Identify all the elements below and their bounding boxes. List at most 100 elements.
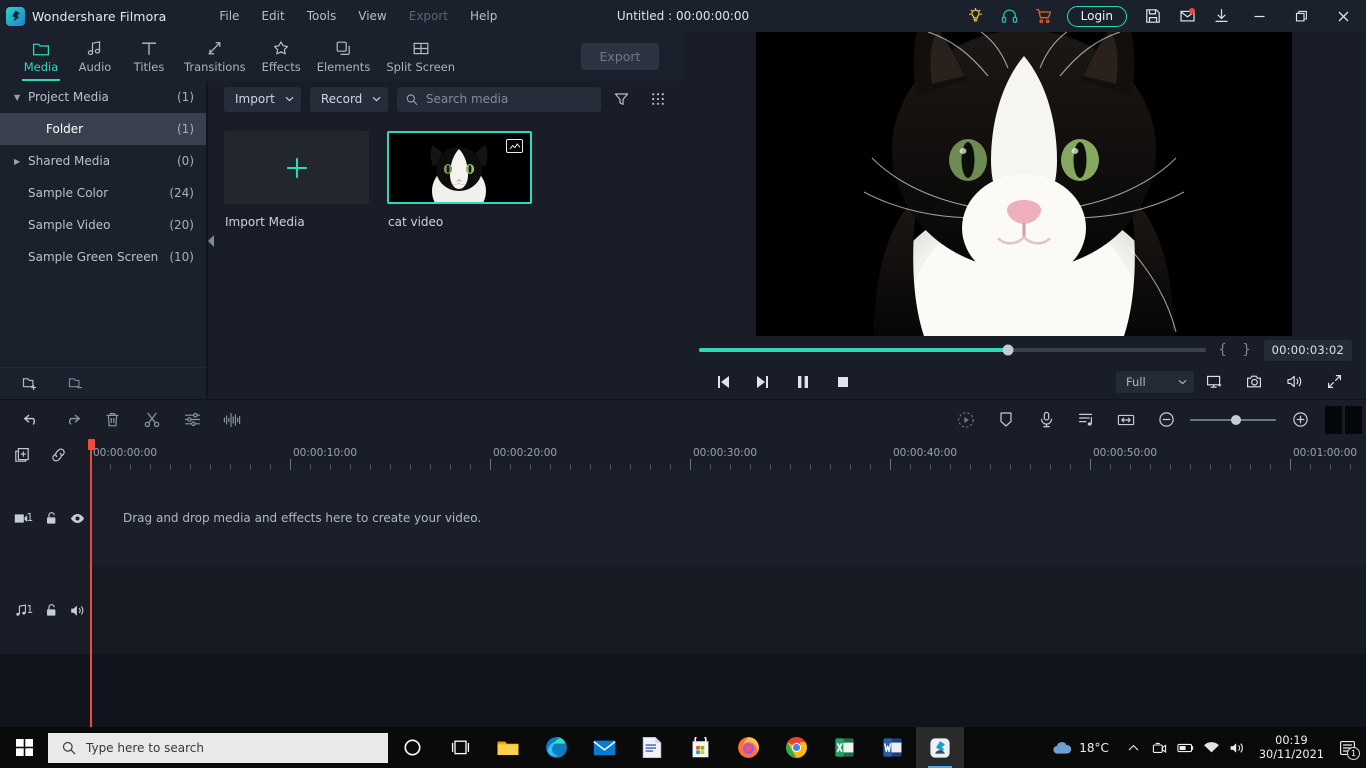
close-button[interactable] [1322,0,1364,32]
task-view-icon[interactable] [436,727,484,768]
menu-edit[interactable]: Edit [250,5,295,27]
seek-track[interactable] [699,344,1206,356]
unlock-icon[interactable] [39,511,64,525]
next-frame-button[interactable] [743,364,783,399]
menu-file[interactable]: File [208,5,250,27]
timeline-ruler[interactable]: 00:00:00:00 00:00:10:00 00:00:20:00 00:0… [90,439,1366,470]
word-doc-icon[interactable] [628,727,676,768]
video-track-1[interactable]: Drag and drop media and effects here to … [90,470,1366,566]
windows-start-icon[interactable] [0,727,48,768]
mark-out-button[interactable]: } [1240,342,1254,358]
tab-media[interactable]: Media [14,32,68,81]
camera-icon[interactable] [1147,727,1173,768]
menu-help[interactable]: Help [459,5,508,27]
zoom-slider-handle[interactable] [1231,414,1242,425]
fullscreen-icon[interactable] [1314,364,1354,399]
zoom-out-icon[interactable] [1146,400,1186,440]
video-preview[interactable] [756,32,1292,336]
menu-tools[interactable]: Tools [296,5,348,27]
cloud-icon[interactable] [1049,727,1075,768]
volume-icon[interactable] [1274,364,1314,399]
search-input[interactable] [425,92,592,106]
tab-elements[interactable]: Elements [309,32,379,81]
undo-icon[interactable] [12,400,52,440]
menu-view[interactable]: View [347,5,397,27]
add-track-icon[interactable] [14,447,30,463]
tab-titles[interactable]: Titles [122,32,176,81]
seek-handle[interactable] [1002,344,1014,356]
preview-quality-dropdown[interactable]: Full [1116,370,1194,393]
record-dropdown[interactable]: Record [309,86,389,112]
restore-button[interactable] [1280,0,1322,32]
sidebar-item-shared-media[interactable]: ▶ Shared Media (0) [0,145,206,177]
media-item-cat-video[interactable]: cat video [387,131,532,229]
microsoft-edge-icon[interactable] [532,727,580,768]
delete-icon[interactable] [92,400,132,440]
pause-button[interactable] [783,364,823,399]
mark-in-button[interactable]: { [1216,342,1230,358]
settings-sliders-icon[interactable] [172,400,212,440]
marker-icon[interactable] [986,400,1026,440]
audio-track-header[interactable]: 1 [0,566,90,654]
unlock-icon[interactable] [39,603,64,617]
split-scissors-icon[interactable] [132,400,172,440]
file-explorer-icon[interactable] [484,727,532,768]
grid-view-icon[interactable] [647,87,669,112]
login-button[interactable]: Login [1066,5,1127,27]
lightbulb-icon[interactable] [959,0,993,32]
new-folder-icon[interactable] [22,376,38,391]
headphones-icon[interactable] [993,0,1027,32]
cat-video-thumb[interactable] [387,131,532,204]
sidebar-item-sample-green-screen[interactable]: Sample Green Screen (10) [0,241,206,273]
sidebar-item-folder[interactable]: Folder (1) [0,113,206,145]
audio-waveform-icon[interactable] [212,400,252,440]
minimize-button[interactable] [1238,0,1280,32]
filmora-icon[interactable] [916,727,964,768]
timeline-zoom-slider[interactable] [1190,400,1276,440]
playhead-handle[interactable] [88,439,95,450]
sidebar-item-project-media[interactable]: ▼ Project Media (1) [0,81,206,113]
cart-icon[interactable] [1027,0,1061,32]
mail-icon[interactable] [580,727,628,768]
pop-out-icon[interactable] [1194,364,1234,399]
audio-mixer-icon[interactable] [1066,400,1106,440]
preview-timecode[interactable]: 00:00:03:02 [1263,339,1352,361]
panel-collapse-arrow[interactable] [207,232,216,250]
import-media-thumb[interactable] [224,131,369,204]
weather-temperature[interactable]: 18°C [1079,741,1109,755]
import-dropdown[interactable]: Import [224,86,301,112]
cortana-icon[interactable] [388,727,436,768]
timeline-empty-area[interactable] [90,654,1366,727]
tab-effects[interactable]: Effects [254,32,309,81]
taskbar-clock[interactable]: 00:19 30/11/2021 [1251,727,1332,768]
link-icon[interactable] [50,447,67,463]
filter-icon[interactable] [610,87,632,112]
sidebar-item-sample-video[interactable]: Sample Video (20) [0,209,206,241]
volume-icon[interactable] [1225,727,1251,768]
render-preview-icon[interactable] [946,400,986,440]
playhead[interactable] [90,439,92,727]
fit-timeline-icon[interactable] [1106,400,1146,440]
wifi-icon[interactable] [1199,727,1225,768]
stop-button[interactable] [823,364,863,399]
excel-icon[interactable] [820,727,868,768]
chevron-up-icon[interactable] [1121,727,1147,768]
zoom-in-icon[interactable] [1280,400,1320,440]
audio-track-1[interactable] [90,566,1366,654]
video-track-header[interactable]: 1 [0,470,90,566]
remove-folder-icon[interactable] [68,376,84,391]
tab-audio[interactable]: Audio [68,32,122,81]
tab-split-screen[interactable]: Split Screen [378,32,463,81]
search-media-field[interactable] [397,86,601,112]
eye-icon[interactable] [65,513,90,524]
microsoft-store-icon[interactable] [676,727,724,768]
prev-frame-button[interactable] [703,364,743,399]
sidebar-item-sample-color[interactable]: Sample Color (24) [0,177,206,209]
import-media-tile[interactable]: Import Media [224,131,369,229]
firefox-icon[interactable] [724,727,772,768]
voiceover-icon[interactable] [1026,400,1066,440]
word-icon[interactable] [868,727,916,768]
battery-icon[interactable] [1173,727,1199,768]
tab-transitions[interactable]: Transitions [176,32,254,81]
redo-icon[interactable] [52,400,92,440]
